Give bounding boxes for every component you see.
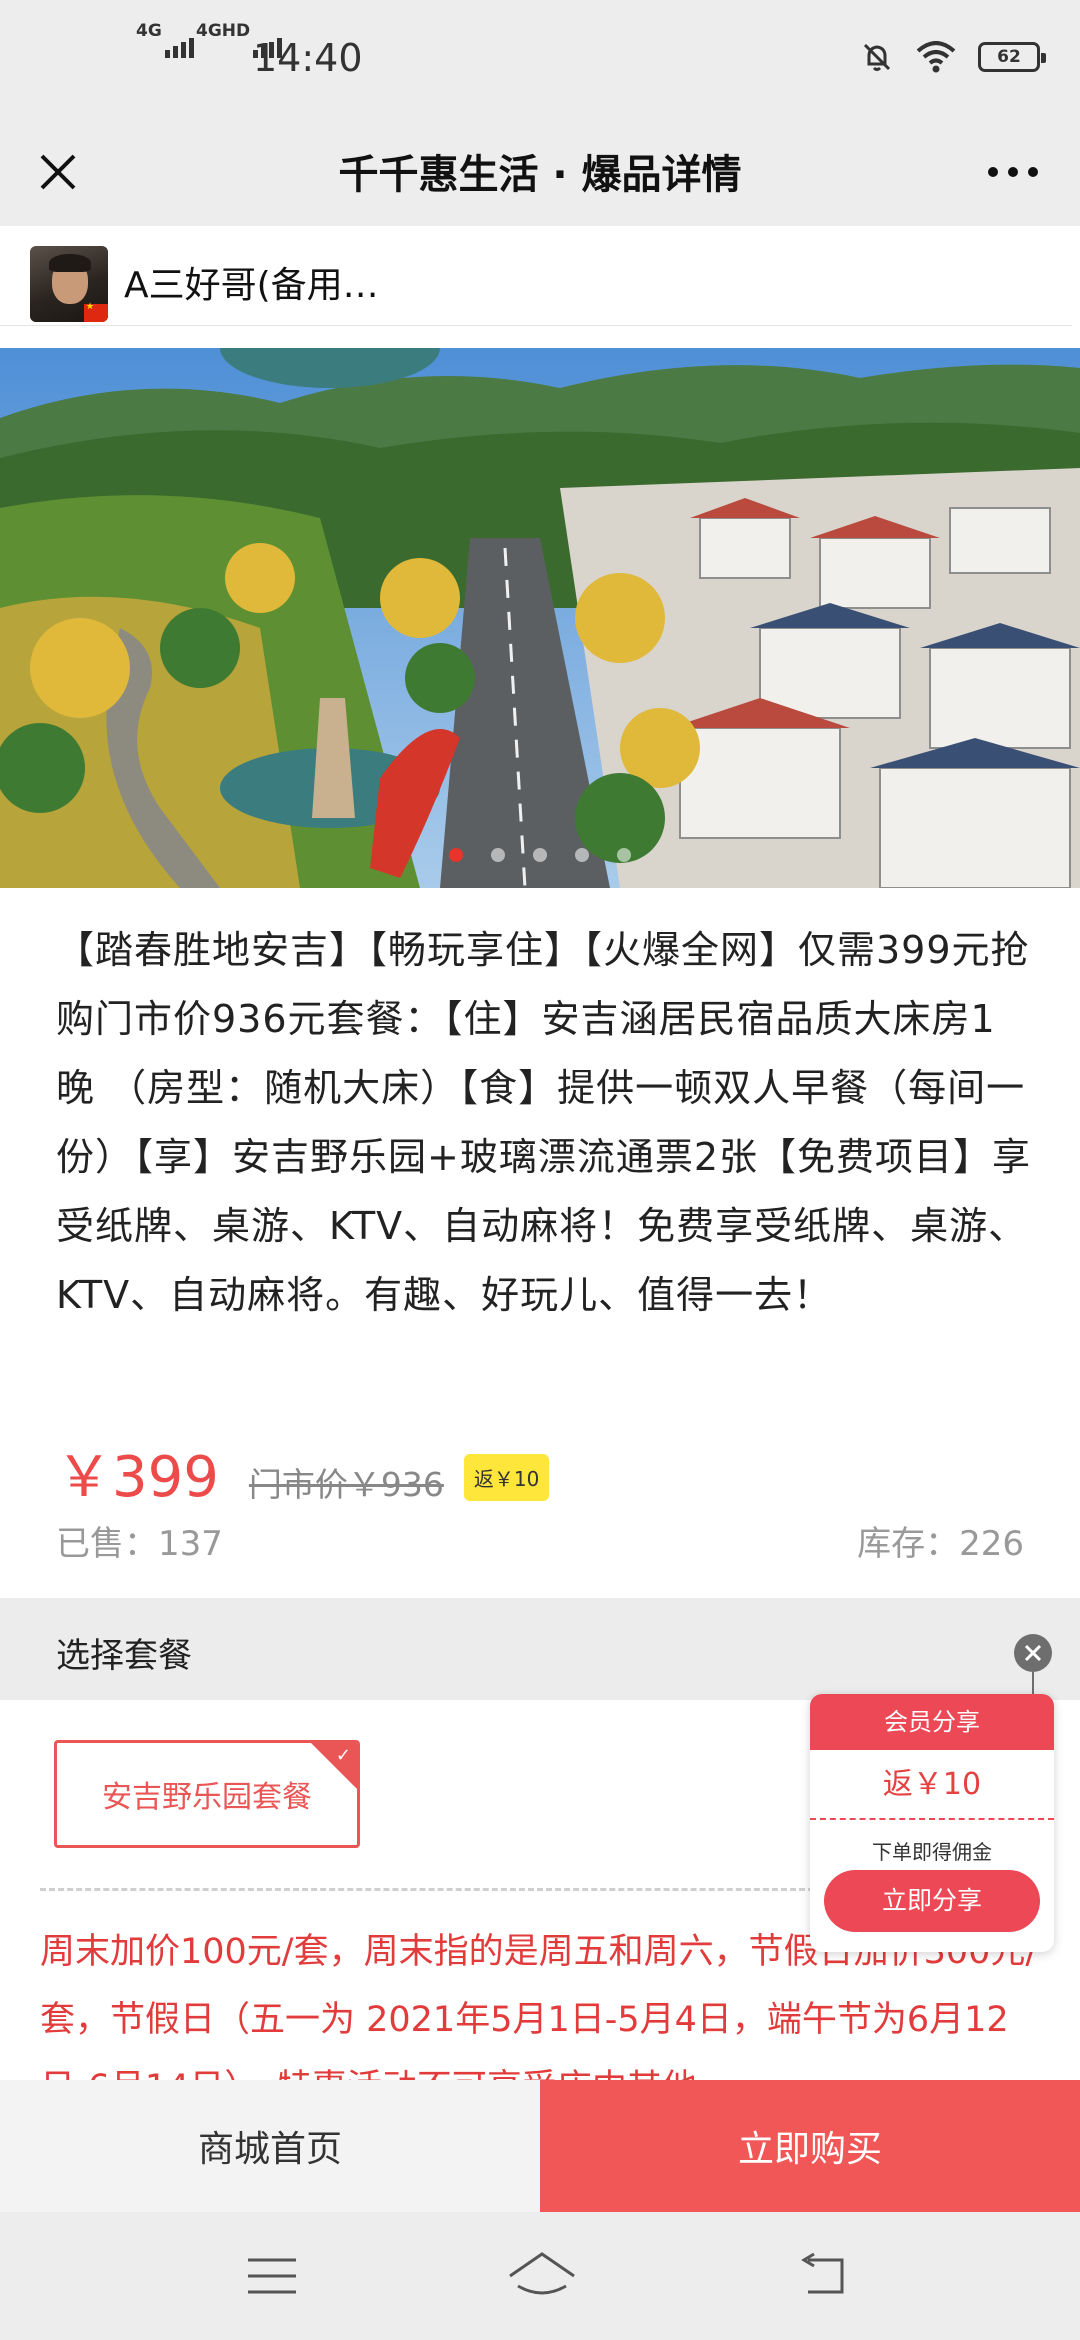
stock-count: 库存：226	[857, 1524, 1024, 1564]
avatar	[30, 246, 108, 322]
home-icon[interactable]	[506, 2246, 578, 2306]
banner-dot[interactable]	[491, 848, 505, 862]
share-amount: 返￥10	[810, 1750, 1054, 1820]
menu-icon[interactable]	[242, 2246, 302, 2306]
banner-dot-active[interactable]	[449, 848, 463, 862]
more-icon	[988, 167, 998, 177]
share-subtitle: 下单即得佣金	[872, 1840, 992, 1864]
back-icon[interactable]	[794, 2246, 854, 2306]
share-close-button[interactable]	[1014, 1634, 1052, 1672]
share-header: 会员分享	[810, 1694, 1054, 1750]
signal-4g-icon: 4G	[136, 23, 194, 58]
signal-label-1: 4G	[136, 21, 162, 41]
close-icon	[1024, 1644, 1042, 1662]
system-nav-bar	[0, 2212, 1080, 2340]
banner-pagination[interactable]	[0, 848, 1080, 862]
page-title: 千千惠生活 · 爆品详情	[338, 152, 742, 198]
shop-name: A三好哥(备用…	[124, 265, 379, 306]
buy-now-button[interactable]: 立即购买	[540, 2080, 1080, 2212]
mute-icon	[863, 43, 891, 71]
rebate-badge: 返￥10	[463, 1454, 550, 1501]
price-row: ￥399 门市价￥936 返￥10	[56, 1432, 550, 1510]
package-section-title: 选择套餐	[56, 1636, 192, 1676]
wifi-icon	[916, 41, 956, 73]
banner-dot[interactable]	[533, 848, 547, 862]
product-description: 【踏春胜地安吉】【畅玩享住】【火爆全网】仅需399元抢购门市价936元套餐：【住…	[56, 928, 1032, 1317]
product-banner[interactable]	[0, 348, 1080, 888]
package-header: 选择套餐	[0, 1598, 1080, 1700]
title-bar: 千千惠生活 · 爆品详情	[0, 120, 1080, 226]
current-price: ￥399	[56, 1445, 219, 1510]
status-time: 14:40	[253, 36, 363, 80]
flag-icon	[84, 302, 108, 322]
action-bar: 商城首页 立即购买	[0, 2080, 1080, 2212]
status-bar: 4G 4GHD 14:40 62	[0, 0, 1080, 120]
check-icon: ✓	[335, 1745, 351, 1766]
package-option-label: 安吉野乐园套餐	[102, 1780, 312, 1815]
package-option[interactable]: 安吉野乐园套餐 ✓	[54, 1740, 360, 1848]
share-now-button[interactable]: 立即分享	[824, 1870, 1040, 1932]
original-price: 门市价￥936	[248, 1465, 444, 1504]
store-home-button[interactable]: 商城首页	[0, 2080, 540, 2212]
share-popup: 会员分享 返￥10 下单即得佣金 立即分享	[810, 1694, 1054, 1952]
signal-label-2: 4GHD	[196, 21, 251, 41]
more-button[interactable]	[978, 142, 1048, 202]
battery-level: 62	[997, 47, 1021, 67]
shop-row[interactable]: A三好哥(备用…	[0, 226, 1072, 326]
sold-count: 已售：137	[56, 1524, 223, 1564]
banner-image	[0, 348, 1080, 888]
banner-dot[interactable]	[575, 848, 589, 862]
banner-dot[interactable]	[617, 848, 631, 862]
battery-icon: 62	[978, 42, 1046, 72]
